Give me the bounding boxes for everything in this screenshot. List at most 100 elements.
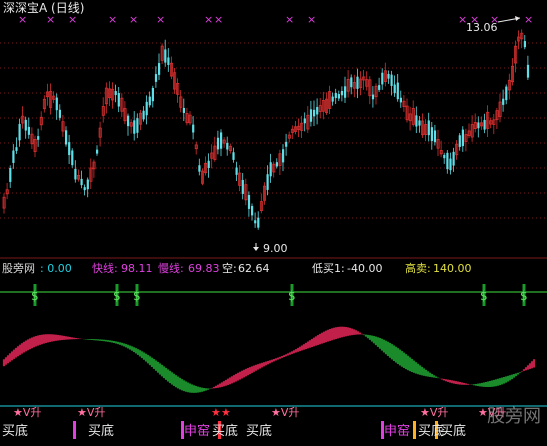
signal-marks: × × × × × × × × × × × × × × <box>18 13 533 26</box>
price-arrows <box>253 16 521 251</box>
signal-strip: $ $ $ $ $ $ <box>0 284 547 306</box>
candle-body <box>393 84 396 94</box>
low-buy-value: -40.00 <box>347 262 383 275</box>
jiaoshu-label: 申窑 <box>184 424 211 439</box>
candle-body <box>523 41 526 48</box>
signal-mark: × <box>307 13 316 26</box>
candle-body <box>192 124 195 133</box>
signal-mark: × <box>524 13 533 26</box>
candle-body <box>477 122 480 129</box>
candle-body <box>74 168 77 180</box>
candle-body <box>282 149 285 163</box>
signal-mark: × <box>285 13 294 26</box>
candle-body <box>309 109 313 122</box>
buy-bottom-label: 买底 <box>88 424 115 439</box>
candle-body <box>344 86 347 98</box>
candle-body <box>399 97 402 103</box>
candle-body <box>151 88 154 102</box>
candle-body <box>65 130 68 145</box>
candle-body <box>427 120 430 136</box>
high-arrow-head <box>515 16 520 21</box>
candle-body <box>526 64 530 78</box>
candle-body <box>269 162 272 177</box>
chart-title: 深深宝A (日线) <box>3 1 85 15</box>
indicator-name: 股旁网 <box>2 262 35 275</box>
strip-marker: $ <box>113 289 121 303</box>
candle-body <box>117 93 120 107</box>
candle-body <box>86 179 89 190</box>
candle-body <box>15 147 18 151</box>
candle-body <box>142 110 145 120</box>
candle-body <box>37 136 40 140</box>
candle-body <box>275 162 278 167</box>
candle-body <box>232 152 235 160</box>
strip-marker: $ <box>480 289 488 303</box>
candlesticks <box>2 29 530 230</box>
strip-marker: $ <box>31 289 39 303</box>
candle-body <box>356 76 359 89</box>
signal-bar <box>73 421 76 439</box>
strip-marker: $ <box>133 289 141 303</box>
strip-marker: $ <box>288 289 296 303</box>
candle-body <box>24 119 27 131</box>
candle-body <box>27 126 30 135</box>
candle-body <box>418 120 421 126</box>
candle-body <box>83 187 86 191</box>
candle-body <box>247 194 251 209</box>
signal-bar <box>413 421 416 439</box>
signal-mark: × <box>108 13 117 26</box>
candle-body <box>449 158 452 171</box>
candle-body <box>303 118 306 124</box>
jiaoshu-label: 申窑 <box>384 424 411 439</box>
candle-body <box>167 57 170 65</box>
candle-body <box>381 72 384 85</box>
candle-body <box>331 96 334 102</box>
star-marker: ★ <box>211 406 221 419</box>
candle-body <box>148 96 151 106</box>
candle-body <box>266 174 269 190</box>
high-sell-value: 140.00 <box>433 262 472 275</box>
candle-body <box>136 118 139 133</box>
candle-body <box>241 179 244 194</box>
watermark: 股旁网 <box>487 406 541 427</box>
low-arrow-head <box>253 247 259 251</box>
low-buy-label: 低买1: <box>312 262 345 275</box>
candle-body <box>446 152 449 170</box>
candle-body <box>235 167 238 175</box>
candle-body <box>257 217 260 228</box>
candle-body <box>340 90 344 96</box>
candle-body <box>350 77 353 88</box>
strip-marker: $ <box>520 289 528 303</box>
signal-mark: × <box>204 13 213 26</box>
star-marker: ★ <box>221 406 231 419</box>
slow-line-label: 慢线: <box>158 262 184 275</box>
v-up-label: ★V升 <box>77 406 106 419</box>
candle-body <box>337 94 340 99</box>
candle-body <box>452 151 455 166</box>
high-price-label: 13.06 <box>466 21 498 34</box>
stock-chart[interactable]: × × × × × × × × × × × × × × $ $ $ $ $ $ <box>0 0 547 446</box>
candle-body <box>430 127 433 142</box>
candle-body <box>145 101 148 116</box>
candle-body <box>502 98 505 105</box>
candle-body <box>154 74 158 82</box>
candle-body <box>285 141 288 147</box>
indicator-name-value: : 0.00 <box>40 262 72 275</box>
kong-label: 空: <box>222 262 237 275</box>
buy-bottom-label: 买底 <box>2 424 29 439</box>
candle-body <box>390 74 393 86</box>
v-up-label: ★V升 <box>420 406 449 419</box>
candle-body <box>207 160 210 169</box>
candle-body <box>55 97 58 111</box>
candle-body <box>71 150 74 166</box>
candle-body <box>316 107 319 115</box>
signal-mark: × <box>129 13 138 26</box>
kong-value: 62.64 <box>238 262 270 275</box>
buy-bottom-label: 买底 <box>212 424 239 439</box>
candle-body <box>461 129 464 147</box>
candle-body <box>226 142 229 150</box>
candle-body <box>18 123 21 141</box>
oscillator-panel <box>0 326 547 407</box>
candle-body <box>9 167 12 182</box>
candle-body <box>133 120 136 134</box>
